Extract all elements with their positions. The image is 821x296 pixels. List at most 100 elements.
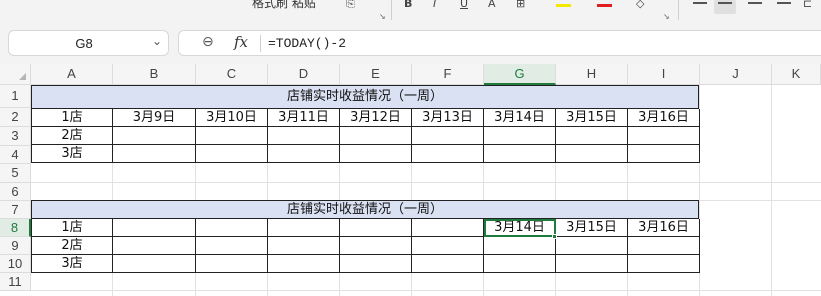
font-dialog-launcher-icon[interactable]: ↘: [663, 12, 670, 21]
borders-icon[interactable]: ⊞: [516, 0, 525, 9]
cell-d10[interactable]: [268, 255, 340, 273]
cell-i10[interactable]: [628, 255, 700, 273]
align-bottom-icon[interactable]: [748, 2, 762, 4]
cell-e10[interactable]: [340, 255, 412, 273]
cell-a8[interactable]: 1店: [31, 219, 113, 237]
cell-a3[interactable]: 2店: [31, 127, 113, 145]
row-header-4[interactable]: 4: [0, 146, 31, 164]
select-all-corner[interactable]: [0, 64, 31, 85]
row-header-8[interactable]: 8: [0, 219, 31, 237]
cell-i2[interactable]: 3月16日: [628, 109, 700, 127]
cell-h8[interactable]: 3月15日: [556, 219, 628, 237]
table2-title[interactable]: 店铺实时收益情况（一周）: [31, 200, 699, 219]
underline-icon[interactable]: U: [460, 0, 468, 9]
row-header-11[interactable]: 11: [0, 273, 31, 291]
cell-e9[interactable]: [340, 237, 412, 255]
clear-format-icon[interactable]: ◇: [636, 0, 644, 9]
cell-b3[interactable]: [113, 127, 196, 145]
fill-handle[interactable]: [552, 234, 557, 239]
cell-d8[interactable]: [268, 219, 340, 237]
column-header-h[interactable]: H: [556, 64, 628, 85]
wrap-text-icon[interactable]: ⊏: [803, 0, 812, 9]
cell-f4[interactable]: [412, 145, 484, 163]
formula-text[interactable]: =TODAY()-2: [268, 36, 346, 51]
strikethrough-icon[interactable]: A: [488, 0, 496, 9]
cell-b8[interactable]: [113, 219, 196, 237]
cell-e3[interactable]: [340, 127, 412, 145]
column-header-i[interactable]: I: [628, 64, 700, 85]
cell-e4[interactable]: [340, 145, 412, 163]
row-header-2[interactable]: 2: [0, 108, 31, 127]
cell-b4[interactable]: [113, 145, 196, 163]
cell-a4[interactable]: 3店: [31, 145, 113, 163]
column-header-j[interactable]: J: [700, 64, 772, 85]
cell-h10[interactable]: [556, 255, 628, 273]
chevron-down-icon[interactable]: ⌄: [152, 34, 162, 48]
cell-e8[interactable]: [340, 219, 412, 237]
cell-d9[interactable]: [268, 237, 340, 255]
row-header-5[interactable]: 5: [0, 164, 31, 183]
cell-f10[interactable]: [412, 255, 484, 273]
table1-title[interactable]: 店铺实时收益情况（一周）: [31, 85, 699, 109]
align-top-icon[interactable]: [693, 2, 707, 4]
cell-b10[interactable]: [113, 255, 196, 273]
formula-bar[interactable]: ⊖ fx =TODAY()-2: [178, 30, 821, 56]
cell-a9[interactable]: 2店: [31, 237, 113, 255]
cell-f8[interactable]: [412, 219, 484, 237]
cell-c10[interactable]: [196, 255, 268, 273]
cell-c4[interactable]: [196, 145, 268, 163]
cell-d3[interactable]: [268, 127, 340, 145]
column-header-c[interactable]: C: [196, 64, 268, 85]
insert-function-icon[interactable]: fx: [234, 33, 248, 51]
italic-icon[interactable]: I: [433, 0, 436, 9]
cell-e2[interactable]: 3月12日: [340, 109, 412, 127]
cell-a10[interactable]: 3店: [31, 255, 113, 273]
row-header-1[interactable]: 1: [0, 85, 31, 108]
cell-f2[interactable]: 3月13日: [412, 109, 484, 127]
cell-f3[interactable]: [412, 127, 484, 145]
cell-a2[interactable]: 1店: [31, 109, 113, 127]
fill-color-icon[interactable]: [556, 4, 571, 7]
cell-i8[interactable]: 3月16日: [628, 219, 700, 237]
column-header-f[interactable]: F: [412, 64, 484, 85]
name-box[interactable]: G8 ⌄: [8, 30, 169, 56]
cell-g9[interactable]: [484, 237, 556, 255]
cell-i4[interactable]: [628, 145, 700, 163]
cell-b2[interactable]: 3月9日: [113, 109, 196, 127]
cell-g3[interactable]: [484, 127, 556, 145]
cell-g8-active[interactable]: 3月14日: [484, 219, 556, 237]
cell-d2[interactable]: 3月11日: [268, 109, 340, 127]
cell-c8[interactable]: [196, 219, 268, 237]
cell-i9[interactable]: [628, 237, 700, 255]
cell-h9[interactable]: [556, 237, 628, 255]
cell-d4[interactable]: [268, 145, 340, 163]
cell-c2[interactable]: 3月10日: [196, 109, 268, 127]
zoom-out-icon[interactable]: ⊖: [202, 34, 214, 50]
cell-g10[interactable]: [484, 255, 556, 273]
column-header-k[interactable]: K: [772, 64, 821, 85]
cell-h3[interactable]: [556, 127, 628, 145]
align-justify-icon[interactable]: [777, 2, 791, 4]
row-header-3[interactable]: 3: [0, 127, 31, 146]
cell-c3[interactable]: [196, 127, 268, 145]
cell-b9[interactable]: [113, 237, 196, 255]
column-header-e[interactable]: E: [340, 64, 412, 85]
row-header-7[interactable]: 7: [0, 201, 31, 219]
column-header-d[interactable]: D: [268, 64, 340, 85]
dialog-launcher-icon[interactable]: ↘: [379, 12, 386, 21]
column-header-b[interactable]: B: [113, 64, 196, 85]
row-header-9[interactable]: 9: [0, 237, 31, 255]
align-middle-icon[interactable]: [718, 2, 732, 4]
row-header-10[interactable]: 10: [0, 255, 31, 273]
cell-f9[interactable]: [412, 237, 484, 255]
cell-g2[interactable]: 3月14日: [484, 109, 556, 127]
bold-icon[interactable]: B: [404, 0, 412, 9]
cell-c9[interactable]: [196, 237, 268, 255]
cell-i3[interactable]: [628, 127, 700, 145]
cell-h4[interactable]: [556, 145, 628, 163]
column-header-g[interactable]: G: [484, 64, 556, 85]
paste-options-icon[interactable]: ⎘: [346, 0, 355, 9]
font-color-icon[interactable]: [597, 4, 612, 7]
cell-h2[interactable]: 3月15日: [556, 109, 628, 127]
column-header-a[interactable]: A: [31, 64, 113, 85]
